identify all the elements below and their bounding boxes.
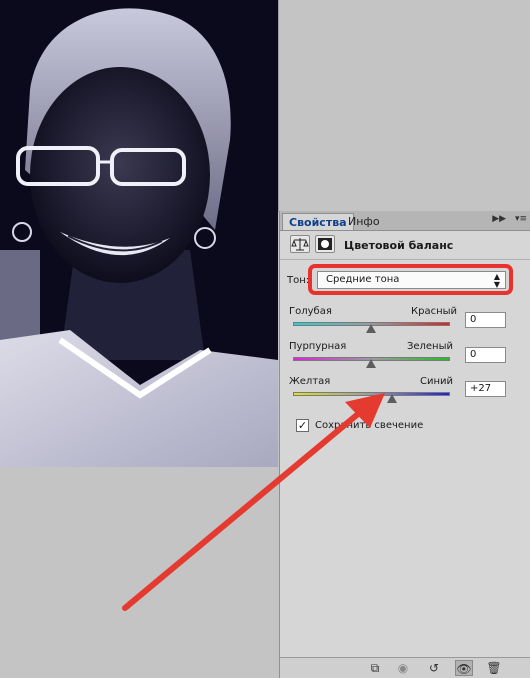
preserve-luminosity-checkbox[interactable]: ✓ [296,419,309,432]
adjustment-title: Цветовой баланс [344,239,454,252]
trash-icon[interactable]: 🗑 [485,660,503,676]
clip-to-layer-icon[interactable]: ⧉ [366,660,384,676]
canvas-photo [0,0,278,467]
preserve-luminosity-label: Сохранить свечение [315,420,424,431]
magenta-green-value-field[interactable]: 0 [465,347,506,363]
cyan-red-slider-thumb[interactable] [366,324,376,333]
magenta-green-slider-thumb[interactable] [366,359,376,368]
tab-info[interactable]: Инфо [342,213,386,230]
yellow-label: Желтая [289,376,331,387]
tone-highlight-annotation [308,264,513,295]
yellow-blue-slider-thumb[interactable] [387,394,397,403]
red-label: Красный [411,306,458,317]
magenta-label: Пурпурная [289,341,347,352]
eye-icon[interactable]: 👁 [455,660,473,676]
balance-scale-icon[interactable] [290,235,310,253]
reset-icon[interactable]: ↺ [425,660,443,676]
panel-menu-icon[interactable]: ▾≡ [515,214,527,224]
yellow-blue-slider-track[interactable] [293,392,450,396]
blue-label: Синий [419,376,453,387]
panel-controls: ▶▶ ▾≡ [486,214,527,224]
green-label: Зеленый [406,341,453,352]
cyan-label: Голубая [289,306,332,317]
cyan-red-value-field[interactable]: 0 [465,312,506,328]
view-previous-icon[interactable]: ◉ [394,660,412,676]
document-background [278,0,530,212]
mask-icon[interactable] [315,235,335,253]
properties-panel: Свойства Инфо ▶▶ ▾≡ Цветовой баланс Тон: [279,211,530,678]
adjustment-header: Цветовой баланс [280,231,530,260]
collapse-icon[interactable]: ▶▶ [492,214,506,224]
tone-label: Тон: [287,275,310,286]
panel-tab-bar: Свойства Инфо ▶▶ ▾≡ [280,211,530,231]
panel-bottom-bar: ⧉ ◉ ↺ 👁 🗑 [280,657,530,678]
yellow-blue-value-field[interactable]: +27 [465,381,506,397]
inverted-portrait-image [0,0,278,467]
